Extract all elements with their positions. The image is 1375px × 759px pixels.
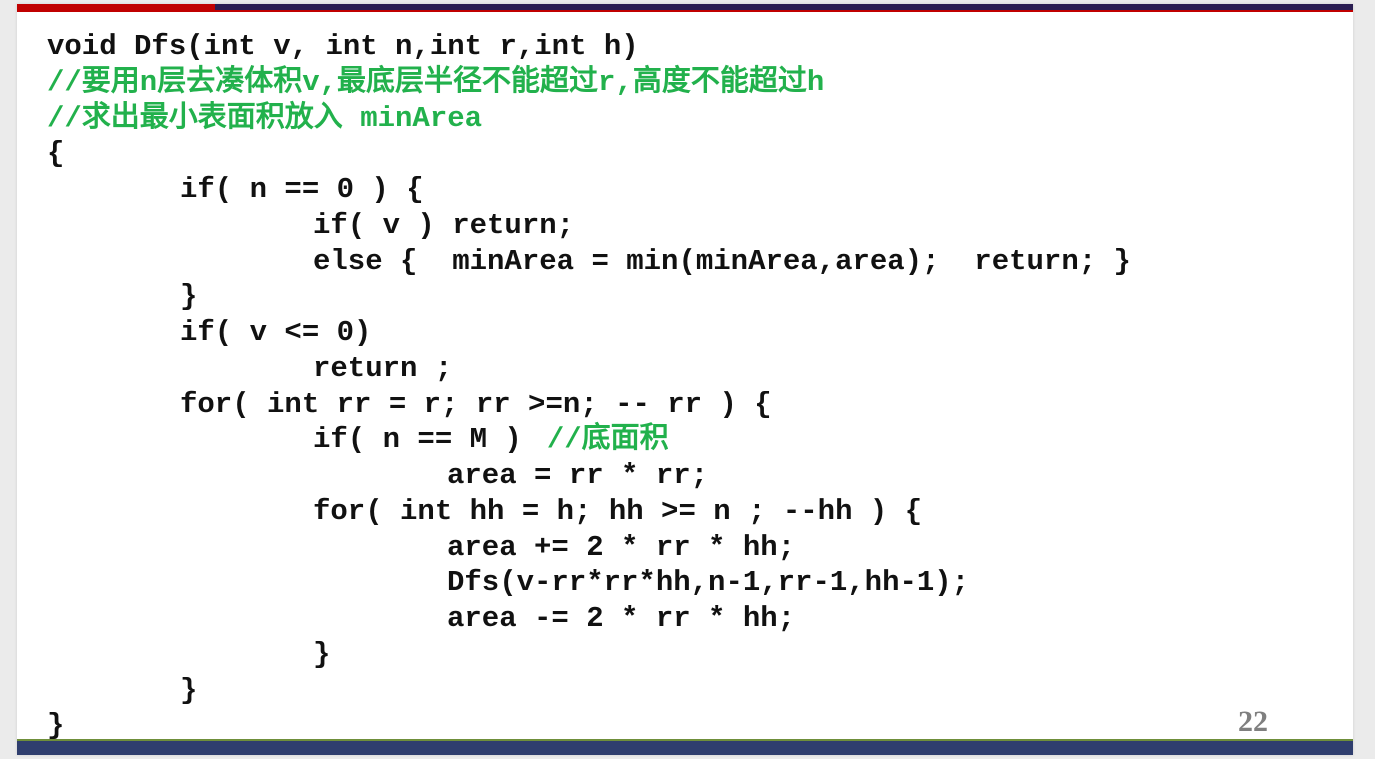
code-text: { bbox=[47, 137, 65, 171]
code-line: area -= 2 * rr * hh; bbox=[47, 601, 1327, 637]
code-text: area -= 2 * rr * hh; bbox=[447, 602, 796, 635]
code-line: for( int rr = r; rr >=n; -- rr ) { bbox=[47, 387, 1327, 423]
code-text: } bbox=[47, 709, 65, 743]
code-line: if( v ) return; bbox=[47, 208, 1327, 244]
code-text: } bbox=[313, 637, 331, 671]
code-text: if( n == 0 ) { bbox=[180, 173, 424, 206]
code-text: if( n == M ) bbox=[313, 423, 522, 457]
code-line: if( v <= 0) bbox=[47, 315, 1327, 351]
code-line: } bbox=[47, 279, 1327, 315]
code-text: for( int hh = h; hh >= n ; --hh ) { bbox=[313, 494, 923, 528]
code-text: if( v <= 0) bbox=[180, 316, 372, 349]
code-line: } bbox=[47, 637, 1327, 673]
code-comment-line: //求出最小表面积放入 minArea bbox=[47, 101, 1327, 137]
code-line: area += 2 * rr * hh; bbox=[47, 530, 1327, 566]
code-line: area = rr * rr; bbox=[47, 458, 1327, 494]
code-text: void Dfs(int v, int n,int r,int h) bbox=[47, 30, 639, 63]
code-text: Dfs(v-rr*rr*hh,n-1,rr-1,hh-1); bbox=[447, 566, 970, 600]
code-line: void Dfs(int v, int n,int r,int h) bbox=[47, 29, 1327, 65]
page-number: 22 bbox=[1238, 705, 1268, 738]
code-text: for( int rr = r; rr >=n; -- rr ) { bbox=[180, 387, 772, 421]
code-text: area += 2 * rr * hh; bbox=[447, 530, 796, 564]
top-bar-underline bbox=[215, 10, 1353, 12]
code-line: for( int hh = h; hh >= n ; --hh ) { bbox=[47, 494, 1327, 530]
code-comment: //求出最小表面积放入 minArea bbox=[47, 101, 483, 135]
code-line: Dfs(v-rr*rr*hh,n-1,rr-1,hh-1); bbox=[47, 565, 1327, 601]
code-text: } bbox=[180, 280, 198, 314]
code-text: } bbox=[180, 673, 198, 707]
code-text: if( v ) return; bbox=[313, 208, 575, 242]
code-text: else { minArea = min(minArea,area); retu… bbox=[313, 244, 1131, 278]
code-comment-line: //要用n层去凑体积v,最底层半径不能超过r,高度不能超过h bbox=[47, 65, 1327, 101]
code-line: } bbox=[47, 673, 1327, 709]
code-text: return ; bbox=[313, 351, 453, 385]
code-comment: //底面积 bbox=[546, 423, 669, 457]
top-bar-accent bbox=[17, 4, 215, 12]
code-line: else { minArea = min(minArea,area); retu… bbox=[47, 244, 1327, 280]
code-text: area = rr * rr; bbox=[447, 459, 709, 492]
bottom-bar bbox=[17, 741, 1353, 755]
code-line: if( n == M ) //底面积 bbox=[47, 422, 1327, 458]
code-block: void Dfs(int v, int n,int r,int h) //要用n… bbox=[47, 29, 1327, 744]
code-line: return ; bbox=[47, 351, 1327, 387]
code-line: if( n == 0 ) { bbox=[47, 172, 1327, 208]
code-comment: //要用n层去凑体积v,最底层半径不能超过r,高度不能超过h bbox=[47, 65, 825, 99]
code-line: { bbox=[47, 136, 1327, 172]
